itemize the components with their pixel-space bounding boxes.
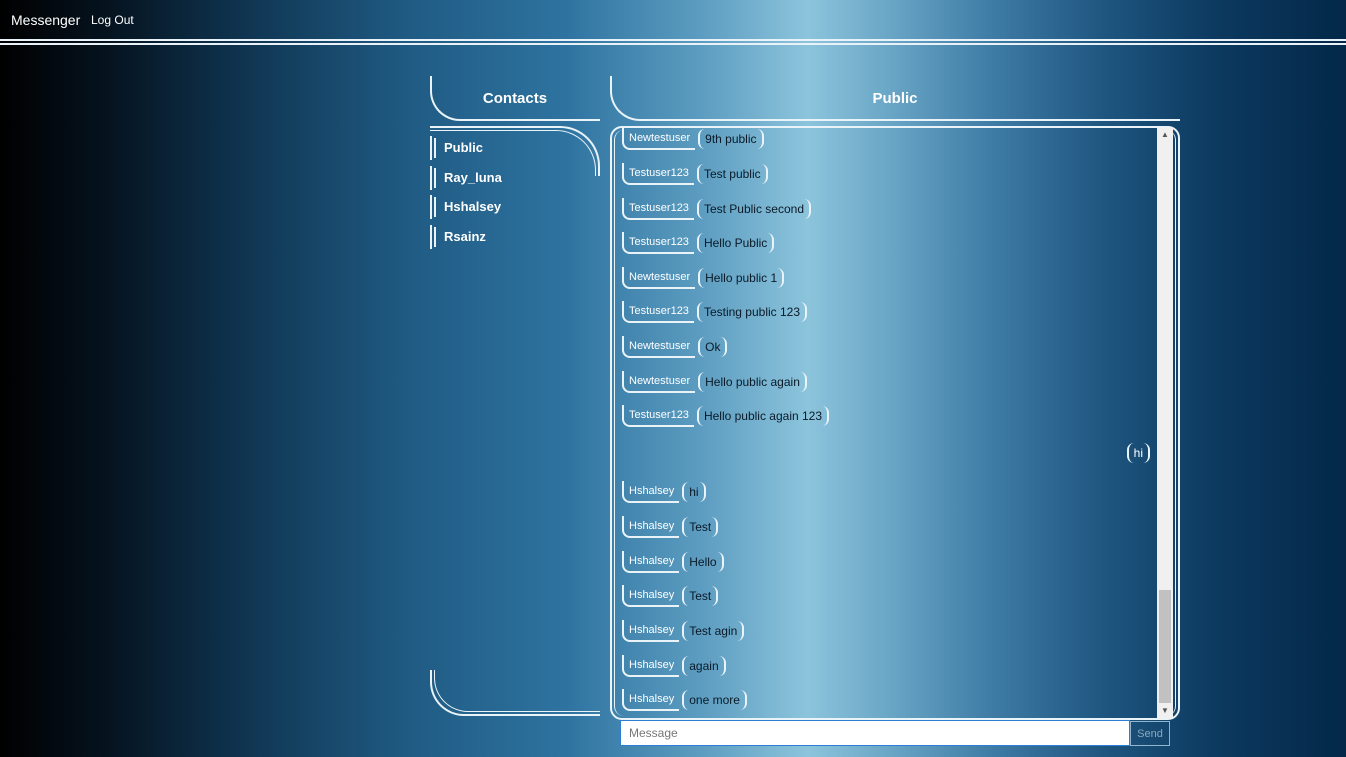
message-sender: Hshalsey xyxy=(622,516,680,538)
contact-item-public[interactable]: Public xyxy=(430,136,590,160)
message-sender: Hshalsey xyxy=(622,481,680,503)
message-bubble: Hello public again 123 xyxy=(696,406,830,426)
message-row: Hshalsey again xyxy=(622,653,726,679)
message-row: Testuser123 Hello public again 123 xyxy=(622,403,830,429)
message-sender: Testuser123 xyxy=(622,198,694,220)
message-row: Hshalsey Test xyxy=(622,583,719,609)
message-row: Newtestuser 9th public xyxy=(622,126,764,152)
contact-item-ray-luna[interactable]: Ray_luna xyxy=(430,166,590,190)
message-bubble: 9th public xyxy=(698,129,764,149)
chat-scrollbar-thumb[interactable] xyxy=(1159,590,1171,703)
scroll-up-arrow-icon[interactable]: ▲ xyxy=(1157,128,1173,142)
message-sender: Hshalsey xyxy=(622,620,680,642)
message-bubble: Hello xyxy=(682,552,724,572)
message-row: Testuser123 Test Public second xyxy=(622,196,811,222)
message-sender: Newtestuser xyxy=(622,267,696,289)
message-row: Testuser123 Testing public 123 xyxy=(622,299,808,325)
message-row: Newtestuser Ok xyxy=(622,334,728,360)
message-list[interactable]: Newtestuser 9th public Testuser123 Test … xyxy=(622,126,1156,718)
message-sender: Testuser123 xyxy=(622,405,694,427)
message-sender: Hshalsey xyxy=(622,655,680,677)
message-sender: Testuser123 xyxy=(622,232,694,254)
navbar-divider-secondary xyxy=(0,43,1346,45)
scroll-down-arrow-icon[interactable]: ▼ xyxy=(1157,704,1173,718)
message-input[interactable] xyxy=(620,720,1130,746)
message-sender: Hshalsey xyxy=(622,689,680,711)
message-row: Hshalsey hi xyxy=(622,479,706,505)
message-bubble: Test agin xyxy=(682,621,745,641)
message-bubble: Test xyxy=(682,586,719,606)
message-bubble: Hello public 1 xyxy=(698,268,785,288)
message-row: Hshalsey Test agin xyxy=(622,618,745,644)
contacts-bottom-frame-inner xyxy=(434,670,600,712)
message-bubble: again xyxy=(682,656,726,676)
message-row: Hshalsey one more xyxy=(622,687,747,713)
message-bubble: one more xyxy=(682,690,747,710)
message-row: Newtestuser Hello public 1 xyxy=(622,265,785,291)
message-bubble: Hello Public xyxy=(696,233,775,253)
message-row: Testuser123 Hello Public xyxy=(622,230,775,256)
message-sender: Newtestuser xyxy=(622,336,696,358)
message-sender: Hshalsey xyxy=(622,585,680,607)
message-bubble: Test xyxy=(682,517,719,537)
message-bubble: Test public xyxy=(696,164,768,184)
message-bubble: hi xyxy=(682,482,706,502)
message-sender: Newtestuser xyxy=(622,371,696,393)
navbar: Messenger Log Out xyxy=(0,0,1346,38)
contact-item-rsainz[interactable]: Rsainz xyxy=(430,225,590,249)
message-row: Hshalsey Hello xyxy=(622,549,724,575)
brand-link[interactable]: Messenger xyxy=(11,12,80,28)
message-sender: Testuser123 xyxy=(622,163,694,185)
message-row: Newtestuser Hello public again xyxy=(622,369,807,395)
message-sender: Hshalsey xyxy=(622,551,680,573)
send-button[interactable]: Send xyxy=(1130,721,1170,746)
message-sender: Newtestuser xyxy=(622,128,696,150)
contact-item-hshalsey[interactable]: Hshalsey xyxy=(430,195,590,219)
logout-link[interactable]: Log Out xyxy=(91,13,134,27)
contacts-title: Contacts xyxy=(482,90,548,107)
message-bubble: Hello public again xyxy=(698,372,807,392)
message-bubble: Ok xyxy=(698,337,728,357)
chat-title: Public xyxy=(872,90,918,107)
navbar-divider xyxy=(0,39,1346,41)
message-bubble: Test Public second xyxy=(696,199,811,219)
message-bubble: Testing public 123 xyxy=(696,302,808,322)
message-row: Hshalsey Test xyxy=(622,514,719,540)
own-message-bubble: hi xyxy=(1126,443,1150,463)
message-sender: Testuser123 xyxy=(622,301,694,323)
message-row: Testuser123 Test public xyxy=(622,161,768,187)
own-message-row: hi xyxy=(1124,440,1150,466)
